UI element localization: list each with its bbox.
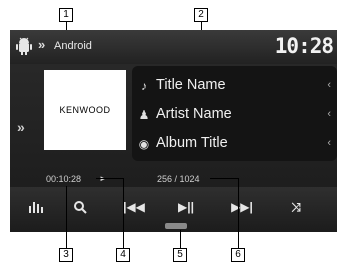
title-name: Title Name xyxy=(156,77,226,93)
next-icon[interactable]: ▶▶| xyxy=(222,196,262,218)
callout-4: 4 xyxy=(116,248,130,262)
callout-4-hleader xyxy=(96,178,123,179)
album-scroll-arrow[interactable]: ‹ xyxy=(327,137,331,149)
disc-icon: ◉ xyxy=(138,137,150,151)
callout-3: 3 xyxy=(59,248,73,262)
head-unit-screen: » Android 10:28 » KENWOOD ♪ Title Name ‹… xyxy=(10,30,337,232)
artist-scroll-arrow[interactable]: ‹ xyxy=(327,108,331,120)
callout-6: 6 xyxy=(231,248,245,262)
callout-3-leader xyxy=(66,186,67,248)
callout-6-leader xyxy=(238,178,239,248)
album-row[interactable]: ◉ Album Title ‹ xyxy=(132,133,337,155)
previous-icon[interactable]: |◀◀ xyxy=(114,196,154,218)
drag-handle[interactable] xyxy=(165,223,187,229)
track-count: 256 / 1024 xyxy=(157,174,200,184)
source-menu-arrow[interactable]: » xyxy=(38,37,45,52)
callout-1: 1 xyxy=(59,8,73,22)
artist-name: Artist Name xyxy=(156,106,232,122)
elapsed-time: 00:10:28 xyxy=(46,174,82,184)
android-icon[interactable] xyxy=(14,36,34,56)
album-title: Album Title xyxy=(156,135,228,151)
shuffle-icon[interactable]: ⤨ xyxy=(276,196,316,218)
callout-5-leader xyxy=(180,230,181,248)
callout-5: 5 xyxy=(173,248,187,262)
clock: 10:28 xyxy=(274,34,334,58)
equalizer-icon[interactable] xyxy=(16,196,56,218)
track-info-panel: ♪ Title Name ‹ ♟ Artist Name ‹ ◉ Album T… xyxy=(132,66,337,161)
play-pause-icon[interactable]: ▶|| xyxy=(166,196,206,218)
title-row[interactable]: ♪ Title Name ‹ xyxy=(132,75,337,97)
album-artwork: KENWOOD xyxy=(44,70,126,150)
source-name: Android xyxy=(54,40,92,52)
callout-6-hleader xyxy=(210,178,238,179)
person-icon: ♟ xyxy=(138,108,150,122)
control-bar: |◀◀ ▶|| ▶▶| ⤨ xyxy=(10,187,337,232)
music-note-icon: ♪ xyxy=(141,79,147,93)
side-panel-arrow[interactable]: » xyxy=(17,119,25,135)
callout-2: 2 xyxy=(194,8,208,22)
kenwood-logo: KENWOOD xyxy=(59,105,111,115)
title-scroll-arrow[interactable]: ‹ xyxy=(327,79,331,91)
top-bar: » Android 10:28 xyxy=(10,30,337,64)
callout-4-leader xyxy=(123,178,124,248)
artist-row[interactable]: ♟ Artist Name ‹ xyxy=(132,104,337,126)
